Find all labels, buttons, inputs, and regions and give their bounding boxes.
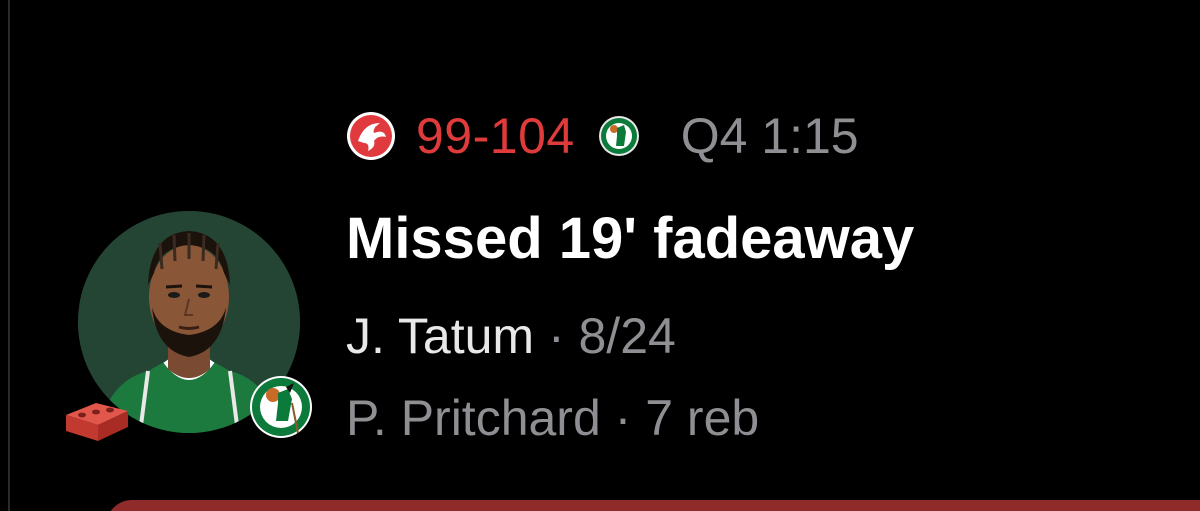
shooter-name[interactable]: J. Tatum (346, 308, 534, 364)
shooter-line[interactable]: J. Tatum · 8/24 (346, 306, 676, 366)
atlanta-hawks-logo-icon (346, 111, 396, 161)
brick-icon (62, 385, 132, 445)
rebounder-line[interactable]: P. Pritchard · 7 reb (346, 388, 759, 448)
play-card[interactable]: 99-104 Q4 1:15 Missed 19' fadeaway J. Ta… (0, 0, 1200, 511)
rebounder-name[interactable]: P. Pritchard (346, 390, 601, 446)
player-avatar-group (62, 205, 322, 455)
rebounder-stat: 7 reb (645, 390, 760, 446)
boston-celtics-logo-icon (248, 363, 314, 451)
next-play-card[interactable] (106, 500, 1200, 511)
score-line: 99-104 Q4 1:15 (346, 108, 859, 164)
boston-celtics-logo-icon (597, 110, 641, 162)
separator: · (547, 308, 579, 364)
separator: · (614, 390, 646, 446)
play-description: Missed 19' fadeaway (346, 206, 915, 271)
game-score: 99-104 (416, 108, 575, 164)
play-by-play-screen: 99-104 Q4 1:15 Missed 19' fadeaway J. Ta… (0, 0, 1200, 511)
game-clock: Q4 1:15 (680, 108, 859, 164)
shooter-stat: 8/24 (578, 308, 676, 364)
